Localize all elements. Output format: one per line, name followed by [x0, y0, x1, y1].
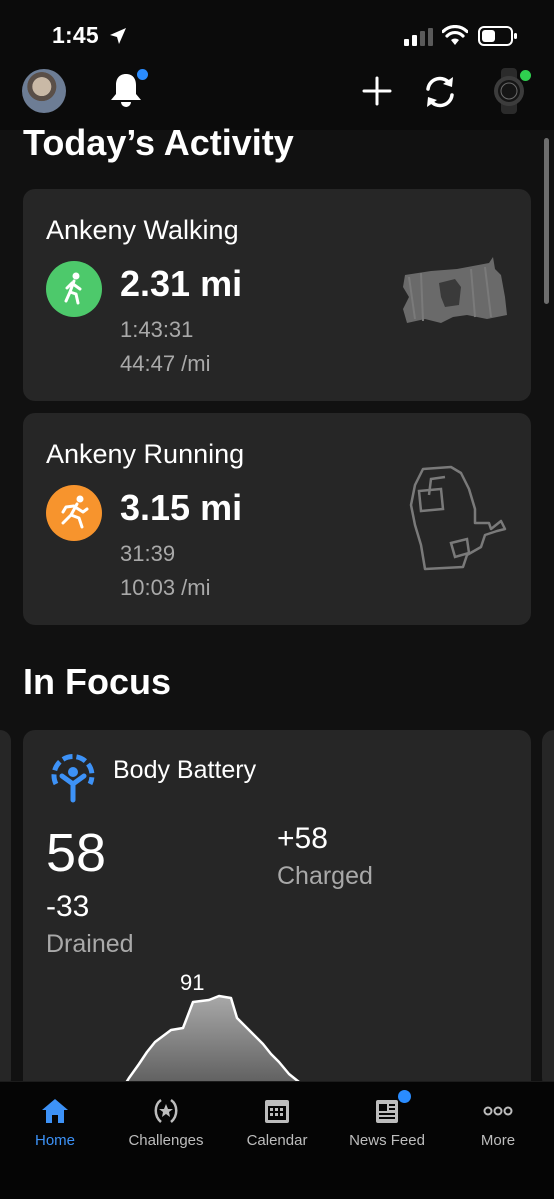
charged-value: +58 — [277, 822, 328, 855]
news-icon — [376, 1100, 398, 1123]
device-connected-dot — [520, 70, 531, 81]
tab-challenges[interactable]: Challenges — [111, 1082, 221, 1162]
carousel-prev-card[interactable] — [0, 730, 11, 1090]
tab-label: Challenges — [128, 1132, 204, 1149]
body-battery-icon — [51, 754, 95, 803]
status-time: 1:45 — [52, 22, 99, 48]
activity-card-running[interactable]: Ankeny Running 3.15 mi 31:39 10:03 /mi — [23, 413, 531, 625]
body-battery-card[interactable]: Body Battery 58 -33 Drained +58 Charged … — [23, 730, 531, 1110]
notification-dot — [137, 69, 148, 80]
tab-label: Home — [34, 1132, 75, 1149]
tab-home[interactable]: Home — [0, 1082, 110, 1162]
tab-label: More — [480, 1132, 516, 1149]
activity-name: Ankeny Running — [46, 439, 245, 469]
status-bar: 1:45 — [0, 0, 554, 62]
calendar-icon — [265, 1100, 289, 1123]
tab-news-feed[interactable]: News Feed — [332, 1082, 442, 1162]
news-feed-badge — [398, 1090, 411, 1103]
activity-duration: 1:43:31 — [120, 317, 194, 342]
activity-pace: 10:03 /mi — [120, 575, 211, 600]
tab-more[interactable]: More — [443, 1082, 553, 1162]
cellular-signal-icon — [404, 28, 433, 46]
activity-duration: 31:39 — [120, 541, 176, 566]
drained-value: -33 — [46, 890, 90, 923]
carousel-next-card[interactable] — [542, 730, 554, 1090]
activity-name: Ankeny Walking — [46, 215, 239, 245]
tab-bar: Home Challenges Calendar News Feed More — [0, 1081, 554, 1199]
tab-label: Calendar — [246, 1132, 308, 1149]
in-focus-title: In Focus — [23, 661, 172, 702]
wifi-icon — [442, 25, 468, 45]
body-battery-title: Body Battery — [113, 756, 257, 784]
activity-card-walking[interactable]: Ankeny Walking 2.31 mi 1:43:31 44:47 /mi — [23, 189, 531, 401]
route-map-walking — [403, 257, 507, 323]
activity-pace: 44:47 /mi — [120, 351, 211, 376]
activity-distance: 2.31 mi — [120, 263, 243, 304]
battery-icon — [478, 26, 517, 46]
sync-icon[interactable] — [420, 72, 460, 112]
tab-label: News Feed — [349, 1132, 425, 1149]
tab-calendar[interactable]: Calendar — [222, 1082, 332, 1162]
scrollbar[interactable] — [544, 138, 549, 304]
more-icon — [483, 1106, 513, 1116]
todays-activity-title: Today’s Activity — [23, 122, 294, 163]
app-header — [0, 62, 554, 130]
body-battery-value: 58 — [46, 823, 107, 883]
home-icon — [42, 1099, 68, 1123]
route-map-running — [409, 465, 507, 571]
avatar[interactable] — [22, 69, 66, 113]
plus-icon[interactable] — [362, 76, 392, 106]
walking-icon — [46, 261, 102, 317]
location-arrow-icon — [110, 28, 126, 44]
charged-label: Charged — [277, 862, 373, 890]
laurel-icon — [154, 1098, 178, 1123]
drained-label: Drained — [46, 930, 134, 958]
activity-distance: 3.15 mi — [120, 487, 243, 528]
running-icon — [46, 485, 102, 541]
